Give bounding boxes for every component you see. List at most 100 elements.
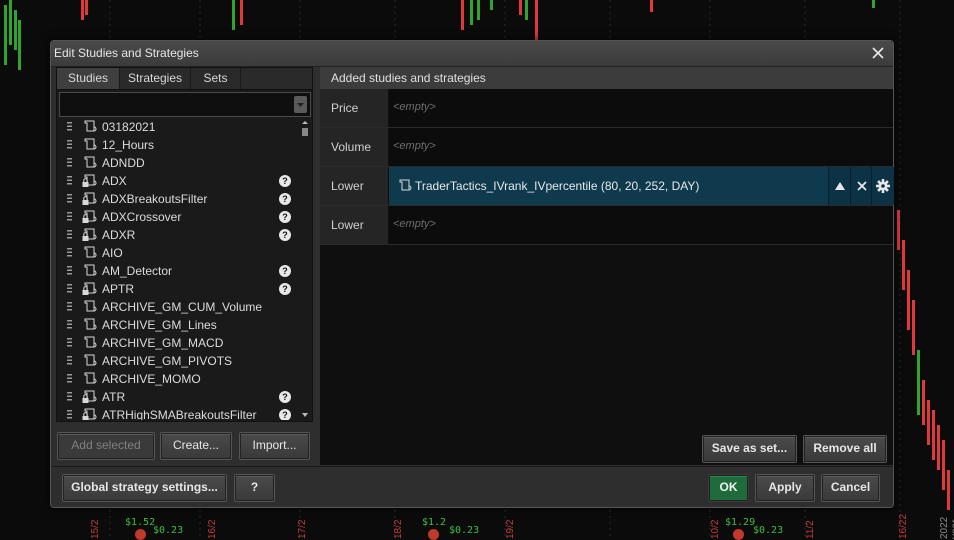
study-list-item[interactable]: 12_Hours	[57, 136, 299, 154]
drag-handle-icon[interactable]	[67, 410, 72, 419]
study-script-icon	[84, 300, 97, 312]
added-studies-header: Added studies and strategies	[320, 67, 893, 89]
help-icon[interactable]: ?	[279, 391, 291, 403]
chart-date-label: 17/2	[297, 519, 308, 539]
drag-handle-icon[interactable]	[67, 284, 72, 293]
save-as-set-button[interactable]: Save as set...	[703, 436, 796, 462]
study-list-item[interactable]: ARCHIVE_GM_MACD	[57, 334, 299, 352]
drag-handle-icon[interactable]	[67, 392, 72, 401]
chart-price-label: $0.23	[449, 525, 480, 536]
study-search-input[interactable]	[59, 92, 311, 117]
chart-price-label: $0.23	[153, 525, 184, 536]
study-list-item[interactable]: 03182021	[57, 118, 299, 136]
edit-studies-dialog: Edit Studies and Strategies Studies Stra…	[50, 40, 894, 508]
slot-lower-study[interactable]: Lower TraderTactics_IVrank_IVpercentile …	[320, 167, 894, 206]
study-name: APTR	[102, 282, 135, 296]
chart-candle	[932, 410, 935, 460]
chart-candle	[477, 0, 480, 20]
chart-candle	[917, 350, 920, 415]
global-strategy-settings-button[interactable]: Global strategy settings...	[63, 475, 226, 501]
drag-handle-icon[interactable]	[67, 230, 72, 239]
close-icon[interactable]	[869, 44, 887, 62]
ok-button[interactable]: OK	[709, 475, 748, 501]
drag-handle-icon[interactable]	[67, 212, 72, 221]
apply-button[interactable]: Apply	[756, 475, 814, 501]
close-icon	[857, 181, 867, 191]
study-name: AM_Detector	[102, 264, 173, 278]
drag-handle-icon[interactable]	[67, 194, 72, 203]
study-list-item[interactable]: ARCHIVE_GM_PIVOTS	[57, 352, 299, 370]
import-button[interactable]: Import...	[240, 433, 309, 459]
study-list-item[interactable]: ADXR?	[57, 226, 299, 244]
study-name: ADNDD	[102, 156, 145, 170]
study-list-scrollbar[interactable]	[301, 120, 309, 418]
drag-handle-icon[interactable]	[67, 374, 72, 383]
help-icon[interactable]: ?	[279, 193, 291, 205]
chart-event-icon[interactable]	[135, 529, 146, 540]
study-list-item[interactable]: AIO	[57, 244, 299, 262]
remove-study-button[interactable]	[850, 167, 873, 205]
tab-sets[interactable]: Sets	[191, 68, 241, 89]
help-icon[interactable]: ?	[279, 283, 291, 295]
tab-strategies[interactable]: Strategies	[120, 68, 191, 89]
chart-candle	[922, 380, 925, 425]
search-dropdown-button[interactable]	[294, 96, 307, 113]
study-list-item[interactable]: ADXCrossover?	[57, 208, 299, 226]
chart-date-label: 19/2	[505, 519, 516, 539]
help-icon[interactable]: ?	[279, 265, 291, 277]
study-list-item[interactable]: ADX?	[57, 172, 299, 190]
study-list-item[interactable]: ADNDD	[57, 154, 299, 172]
study-list-item[interactable]: ADXBreakoutsFilter?	[57, 190, 299, 208]
study-list-item[interactable]: APTR?	[57, 280, 299, 298]
chart-candle	[232, 0, 235, 30]
dialog-titlebar[interactable]: Edit Studies and Strategies	[51, 41, 893, 67]
study-list-item[interactable]: ARCHIVE_MOMO	[57, 370, 299, 388]
gear-icon	[876, 179, 890, 193]
locked-study-icon	[82, 174, 97, 187]
cancel-button[interactable]: Cancel	[822, 475, 879, 501]
slot-price[interactable]: Price <empty>	[320, 89, 893, 128]
drag-handle-icon[interactable]	[67, 122, 72, 131]
study-settings-button[interactable]	[871, 167, 894, 205]
drag-handle-icon[interactable]	[67, 320, 72, 329]
study-list-item[interactable]: ARCHIVE_GM_Lines	[57, 316, 299, 334]
help-icon[interactable]: ?	[279, 409, 291, 420]
study-list-item[interactable]: ARCHIVE_GM_CUM_Volume	[57, 298, 299, 316]
help-icon[interactable]: ?	[279, 211, 291, 223]
drag-handle-icon[interactable]	[67, 266, 72, 275]
study-list-item[interactable]: AM_Detector?	[57, 262, 299, 280]
add-selected-button[interactable]: Add selected	[58, 433, 154, 459]
tab-studies[interactable]: Studies	[57, 68, 120, 89]
move-up-button[interactable]	[828, 167, 851, 205]
study-script-icon	[84, 354, 97, 366]
drag-handle-icon[interactable]	[67, 356, 72, 365]
slot-volume[interactable]: Volume <empty>	[320, 128, 893, 167]
create-button[interactable]: Create...	[161, 433, 231, 459]
help-button[interactable]: ?	[235, 475, 274, 501]
chart-price-label: $1.29	[725, 517, 756, 528]
chart-candle	[81, 0, 84, 20]
study-name: ARCHIVE_MOMO	[102, 372, 201, 386]
drag-handle-icon[interactable]	[67, 302, 72, 311]
chart-candle	[14, 10, 17, 50]
added-study-item[interactable]: TraderTactics_IVrank_IVpercentile (80, 2…	[389, 167, 894, 205]
drag-handle-icon[interactable]	[67, 248, 72, 257]
chart-candle	[240, 0, 243, 25]
study-name: ADXR	[102, 228, 136, 242]
study-script-icon	[84, 336, 97, 348]
drag-handle-icon[interactable]	[67, 338, 72, 347]
study-list-item[interactable]: ATRHighSMABreakoutsFilter?	[57, 406, 299, 420]
chart-candle	[942, 440, 945, 490]
drag-handle-icon[interactable]	[67, 158, 72, 167]
drag-handle-icon[interactable]	[67, 176, 72, 185]
study-list-item[interactable]: ATR?	[57, 388, 299, 406]
remove-all-button[interactable]: Remove all	[804, 436, 886, 462]
chart-candle	[902, 240, 905, 290]
help-icon[interactable]: ?	[279, 229, 291, 241]
help-icon[interactable]: ?	[279, 175, 291, 187]
drag-handle-icon[interactable]	[67, 140, 72, 149]
chart-year-label: 2022 year	[939, 516, 954, 539]
chart-event-icon[interactable]	[733, 529, 744, 540]
chart-event-icon[interactable]	[428, 529, 439, 540]
slot-lower[interactable]: Lower <empty>	[320, 206, 893, 245]
